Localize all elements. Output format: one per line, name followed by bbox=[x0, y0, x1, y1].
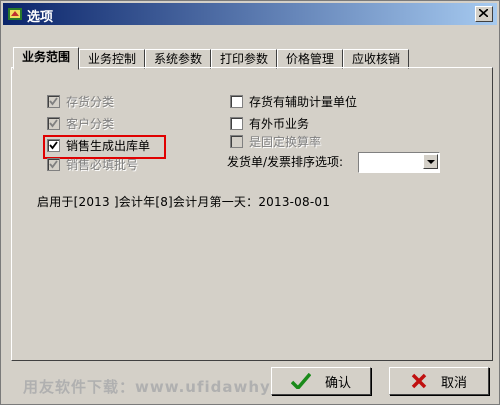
checkbox-box bbox=[230, 134, 243, 148]
enable-date-info: 启用于[2013 ]会计年[8]会计月第一天：2013-08-01 bbox=[37, 195, 331, 209]
checkbox-customer-category[interactable]: 客户分类 bbox=[47, 115, 114, 131]
cancel-button[interactable]: 取消 bbox=[389, 367, 489, 395]
tab-panel bbox=[11, 67, 493, 361]
checkbox-box bbox=[230, 94, 243, 108]
tab-price-management[interactable]: 价格管理 bbox=[277, 49, 343, 69]
check-icon bbox=[49, 118, 58, 127]
tab-receivable-verification[interactable]: 应收核销 bbox=[343, 49, 409, 69]
tab-business-scope[interactable]: 业务范围 bbox=[13, 47, 79, 70]
options-dialog: 选项 业务范围 业务控制 系统参数 打印参数 价格管理 应收核销 存货分类 客户… bbox=[0, 0, 500, 405]
sort-options-label: 发货单/发票排序选项: bbox=[227, 155, 344, 169]
checkbox-label: 是固定换算率 bbox=[249, 134, 322, 149]
cancel-button-label: 取消 bbox=[440, 375, 467, 391]
checkbox-label: 销售必填批号 bbox=[66, 157, 139, 172]
checkbox-label: 存货有辅助计量单位 bbox=[249, 94, 358, 109]
sort-options-select[interactable] bbox=[358, 152, 440, 173]
checkbox-box bbox=[47, 157, 60, 171]
checkbox-label: 有外币业务 bbox=[249, 116, 310, 131]
chevron-down-icon bbox=[427, 160, 435, 164]
ok-button-label: 确认 bbox=[324, 375, 351, 391]
check-icon bbox=[49, 159, 58, 168]
checkbox-box bbox=[47, 94, 60, 108]
checkbox-box bbox=[47, 116, 60, 130]
tab-business-control[interactable]: 业务控制 bbox=[79, 49, 145, 69]
checkbox-inventory-category[interactable]: 存货分类 bbox=[47, 93, 114, 109]
check-icon bbox=[49, 96, 58, 105]
checkbox-foreign-currency[interactable]: 有外币业务 bbox=[230, 115, 309, 131]
tab-system-params[interactable]: 系统参数 bbox=[145, 49, 211, 69]
checkbox-box bbox=[230, 116, 243, 130]
checkbox-label: 客户分类 bbox=[66, 116, 115, 131]
window-title: 选项 bbox=[27, 10, 54, 25]
close-button[interactable] bbox=[475, 6, 493, 22]
ok-button[interactable]: 确认 bbox=[271, 367, 371, 395]
app-icon bbox=[8, 8, 22, 20]
dropdown-button[interactable] bbox=[423, 154, 438, 169]
cross-icon bbox=[411, 373, 427, 389]
tab-print-params[interactable]: 打印参数 bbox=[211, 49, 277, 69]
checkbox-fixed-rate[interactable]: 是固定换算率 bbox=[230, 133, 321, 149]
title-bar[interactable]: 选项 bbox=[3, 3, 497, 25]
checkbox-sales-require-batch[interactable]: 销售必填批号 bbox=[47, 156, 138, 172]
close-icon bbox=[479, 9, 488, 17]
checkbox-label: 存货分类 bbox=[66, 94, 115, 109]
checkbox-auxiliary-unit[interactable]: 存货有辅助计量单位 bbox=[230, 93, 357, 109]
checkmark-icon bbox=[290, 373, 311, 389]
